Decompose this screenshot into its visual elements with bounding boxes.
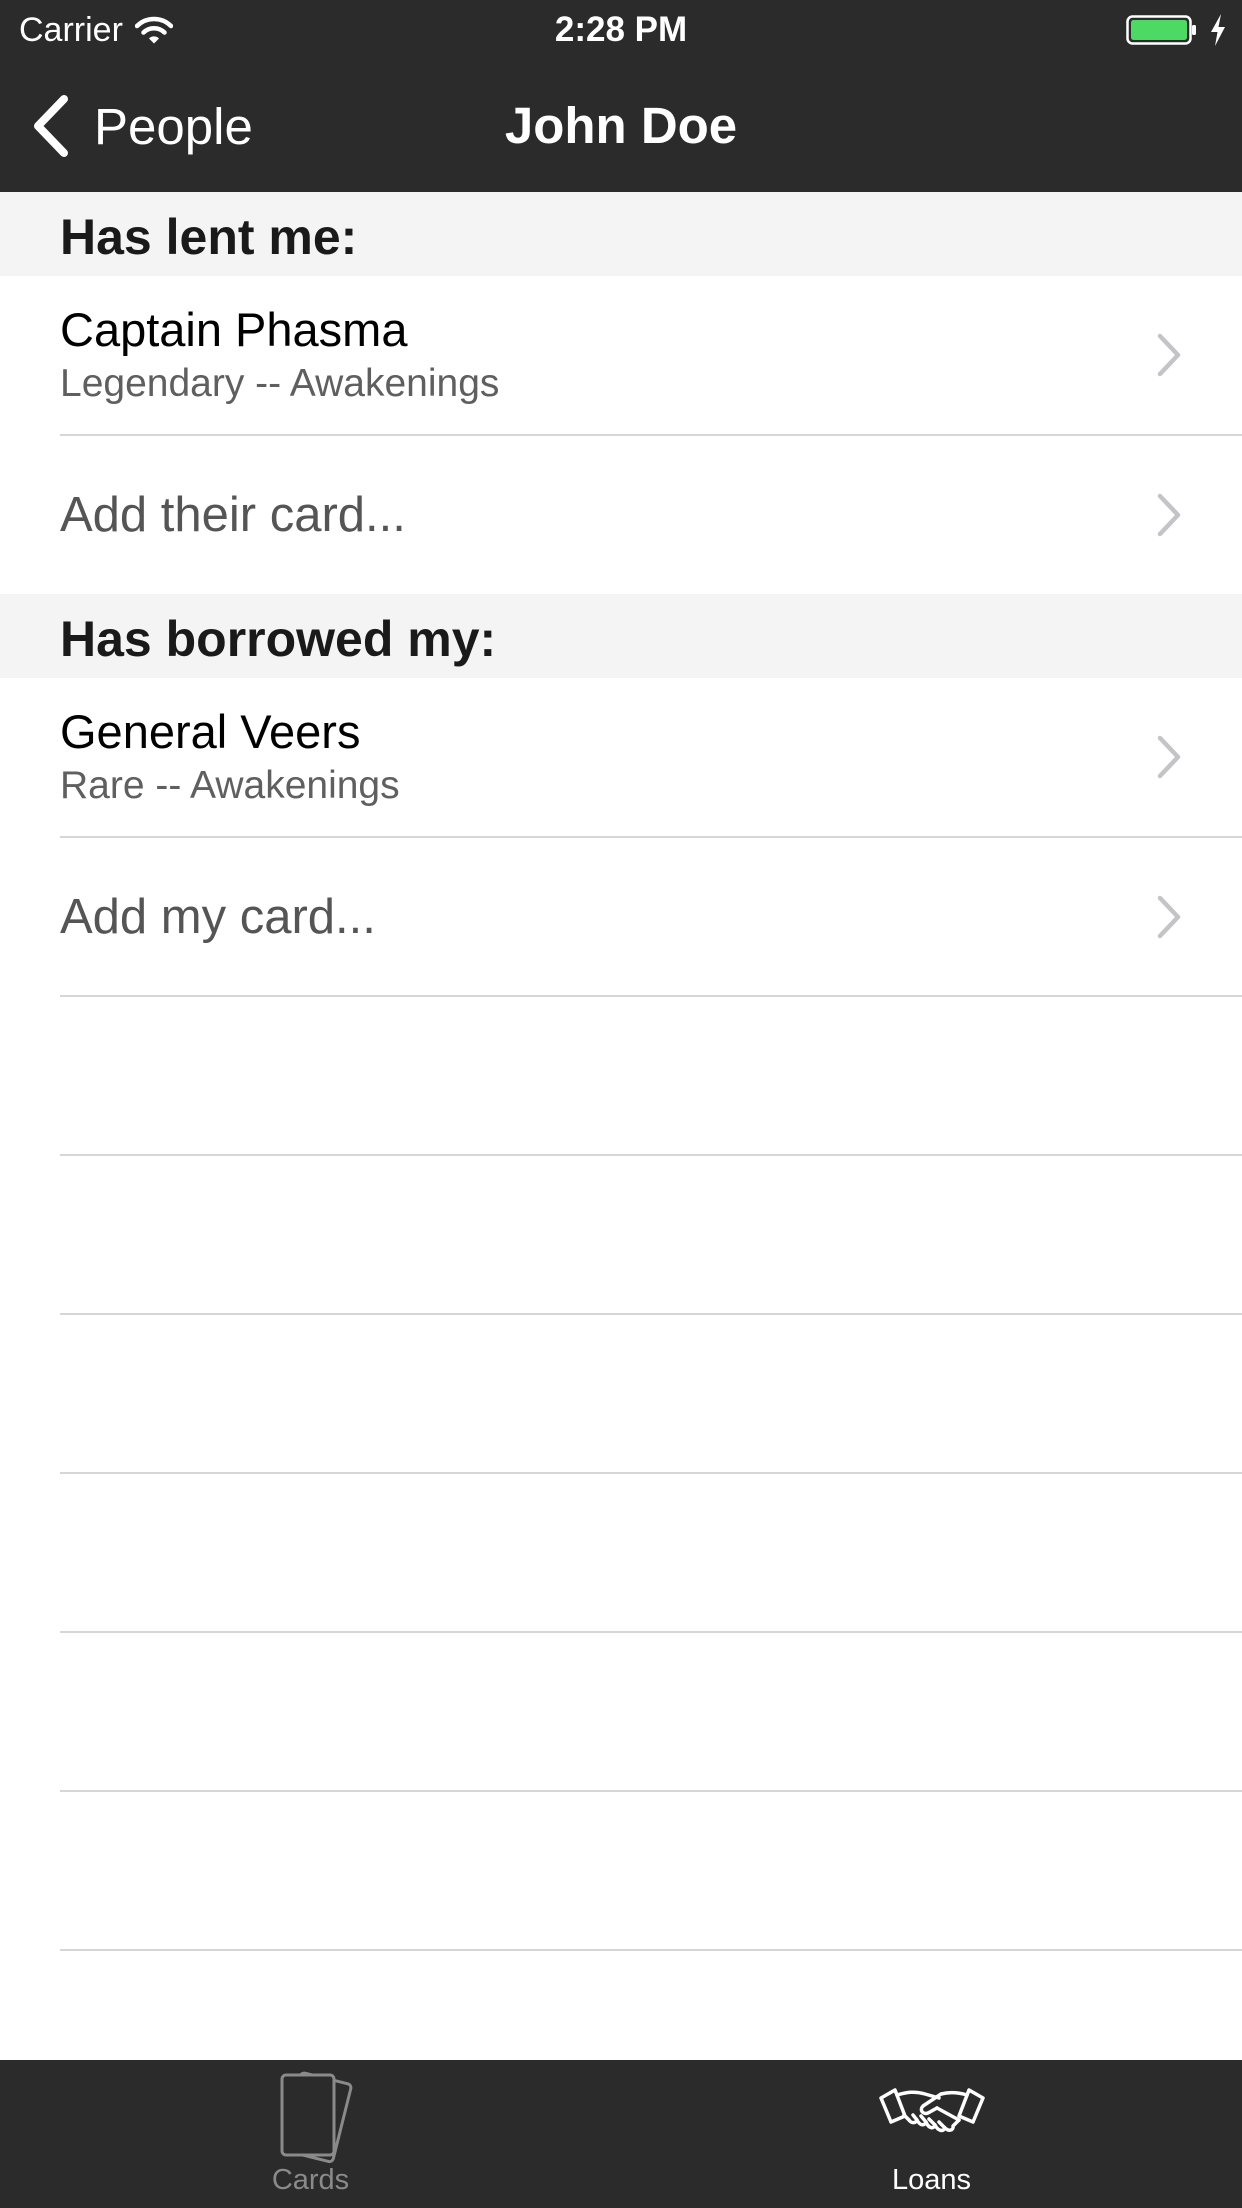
loans-table[interactable]: Has lent me: Captain Phasma Legendary --…	[0, 192, 1242, 2060]
card-subtitle: Legendary -- Awakenings	[60, 362, 500, 405]
section-header-title: Has lent me:	[60, 209, 358, 265]
section-header-title: Has borrowed my:	[60, 611, 497, 667]
empty-row-separator	[60, 1472, 1242, 1474]
list-item[interactable]: General Veers Rare -- Awakenings	[0, 678, 1242, 837]
card-subtitle: Rare -- Awakenings	[60, 764, 400, 807]
chevron-right-icon	[1157, 333, 1181, 377]
card-title: Captain Phasma	[60, 303, 408, 356]
empty-row-separator	[60, 1631, 1242, 1633]
chevron-right-icon	[1157, 735, 1181, 779]
battery-icon	[1126, 15, 1196, 45]
chevron-right-icon	[1157, 493, 1181, 537]
empty-row-separator	[60, 1154, 1242, 1156]
nav-title: John Doe	[504, 97, 738, 154]
chevron-right-icon	[1157, 895, 1181, 939]
handshake-icon	[878, 2088, 985, 2133]
add-my-card-label: Add my card...	[60, 890, 376, 944]
tab-label-cards: Cards	[271, 2164, 350, 2196]
list-item[interactable]: Captain Phasma Legendary -- Awakenings	[0, 276, 1242, 435]
tab-bar: Cards Loans	[0, 2060, 1242, 2208]
add-their-card-label: Add their card...	[60, 488, 406, 542]
cards-icon	[280, 2071, 352, 2164]
add-my-card-row[interactable]: Add my card...	[0, 838, 1242, 997]
empty-row-separator	[60, 1313, 1242, 1315]
section-header-lent: Has lent me:	[0, 192, 1242, 276]
status-time: 2:28 PM	[554, 10, 688, 49]
nav-bar: People John Doe	[0, 60, 1242, 192]
add-their-card-row[interactable]: Add their card...	[0, 436, 1242, 595]
tab-loans[interactable]: Loans	[621, 2060, 1242, 2208]
card-title: General Veers	[60, 705, 361, 758]
row-separator	[60, 995, 1242, 997]
section-header-borrowed: Has borrowed my:	[0, 594, 1242, 678]
tab-cards[interactable]: Cards	[0, 2060, 621, 2208]
status-bar: Carrier 2:28 PM	[0, 0, 1242, 60]
tab-label-loans: Loans	[891, 2164, 971, 2196]
empty-row-separator	[60, 1949, 1242, 1951]
charging-bolt-icon	[1211, 14, 1225, 46]
empty-row-separator	[60, 1790, 1242, 1792]
